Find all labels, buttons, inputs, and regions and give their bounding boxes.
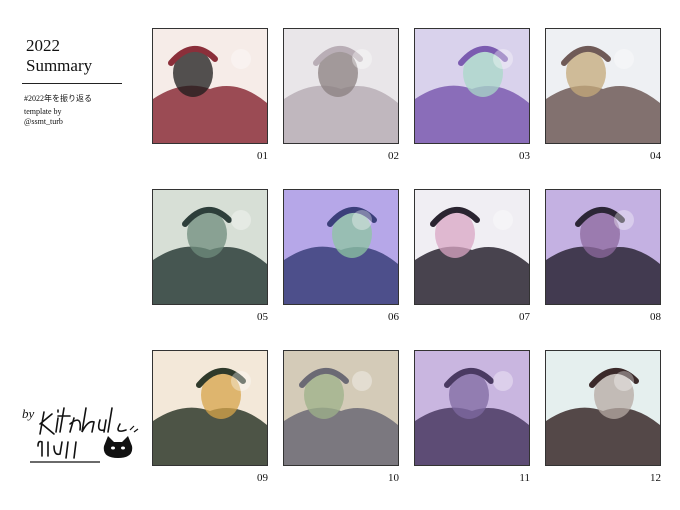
summary-title: 2022 Summary: [26, 36, 92, 76]
tile-number-05: 05: [257, 311, 268, 323]
illustration-tile-10[interactable]: [283, 350, 399, 466]
illustration-tile-08[interactable]: [545, 189, 661, 305]
illustration-tile-03[interactable]: [414, 28, 530, 144]
tile-number-01: 01: [257, 150, 268, 162]
illustration-tile-11[interactable]: [414, 350, 530, 466]
tile-number-03: 03: [519, 150, 530, 162]
tile-number-09: 09: [257, 472, 268, 484]
illustration-tile-07[interactable]: [414, 189, 530, 305]
tile-number-10: 10: [388, 472, 399, 484]
tile-number-02: 02: [388, 150, 399, 162]
illustration-tile-04[interactable]: [545, 28, 661, 144]
illustration-tile-01[interactable]: [152, 28, 268, 144]
summary-label: Summary: [26, 56, 93, 75]
illustration-tile-09[interactable]: [152, 350, 268, 466]
tile-number-06: 06: [388, 311, 399, 323]
title-divider: [22, 83, 122, 84]
illustration-tile-02[interactable]: [283, 28, 399, 144]
summary-sidebar: 2022 Summary #2022年を振り返る template by @ss…: [0, 0, 140, 510]
illustration-tile-05[interactable]: [152, 189, 268, 305]
illustration-tile-12[interactable]: [545, 350, 661, 466]
template-handle: @ssmt_turb: [24, 117, 63, 126]
tile-number-12: 12: [650, 472, 661, 484]
tile-number-04: 04: [650, 150, 661, 162]
tile-number-11: 11: [519, 472, 530, 484]
artist-signature: [30, 407, 139, 463]
template-credit-line: template by: [24, 107, 62, 116]
tile-number-08: 08: [650, 311, 661, 323]
tile-number-07: 07: [519, 311, 530, 323]
year-label: 2022: [26, 36, 60, 55]
cat-icon: [103, 436, 133, 458]
hashtag-text: #2022年を振り返る: [24, 94, 92, 103]
template-credit: template by @ssmt_turb: [24, 107, 63, 127]
illustration-tile-06[interactable]: [283, 189, 399, 305]
